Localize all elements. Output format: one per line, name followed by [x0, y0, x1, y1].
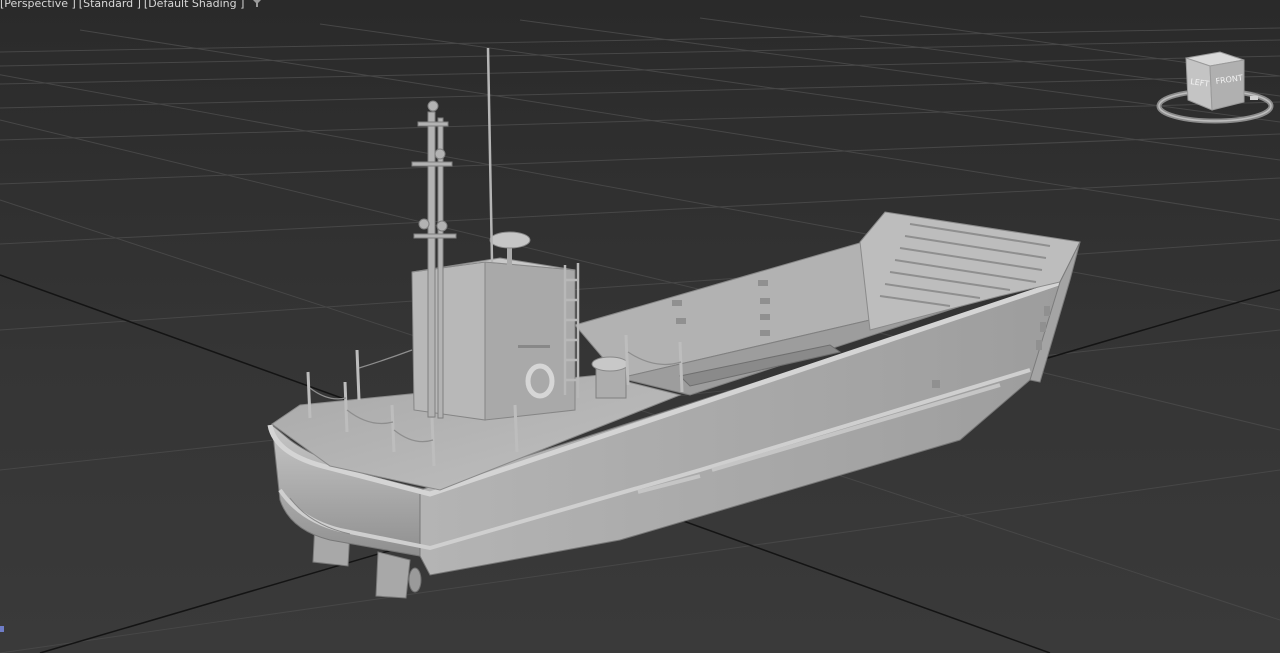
cabin-front — [411, 261, 486, 421]
rudder-right — [375, 551, 411, 599]
radar-dome — [489, 231, 531, 249]
viewcube-compass-tick — [1250, 96, 1258, 100]
axis-indicator-icon — [0, 626, 4, 632]
viewcube-front-face[interactable] — [1209, 59, 1245, 111]
viewport-scene[interactable] — [0, 0, 1280, 653]
vent-drum-top — [591, 356, 629, 372]
propeller — [408, 567, 422, 593]
cabin-side — [484, 261, 576, 421]
viewport-label-menu[interactable]: [Perspective ] [Standard ] [Default Shad… — [0, 0, 262, 11]
antenna — [486, 47, 494, 263]
viewport-renderer-menu[interactable]: [Standard ] — [79, 0, 141, 10]
filter-icon[interactable] — [252, 0, 262, 8]
perspective-viewport[interactable]: [Perspective ] [Standard ] [Default Shad… — [0, 0, 1280, 653]
viewcube-icon[interactable]: LEFT FRONT — [1156, 48, 1274, 128]
viewport-shading-menu[interactable]: [Default Shading ] — [144, 0, 244, 10]
viewport-view-menu[interactable]: [Perspective ] — [0, 0, 76, 10]
cabin-hatch — [518, 345, 550, 348]
